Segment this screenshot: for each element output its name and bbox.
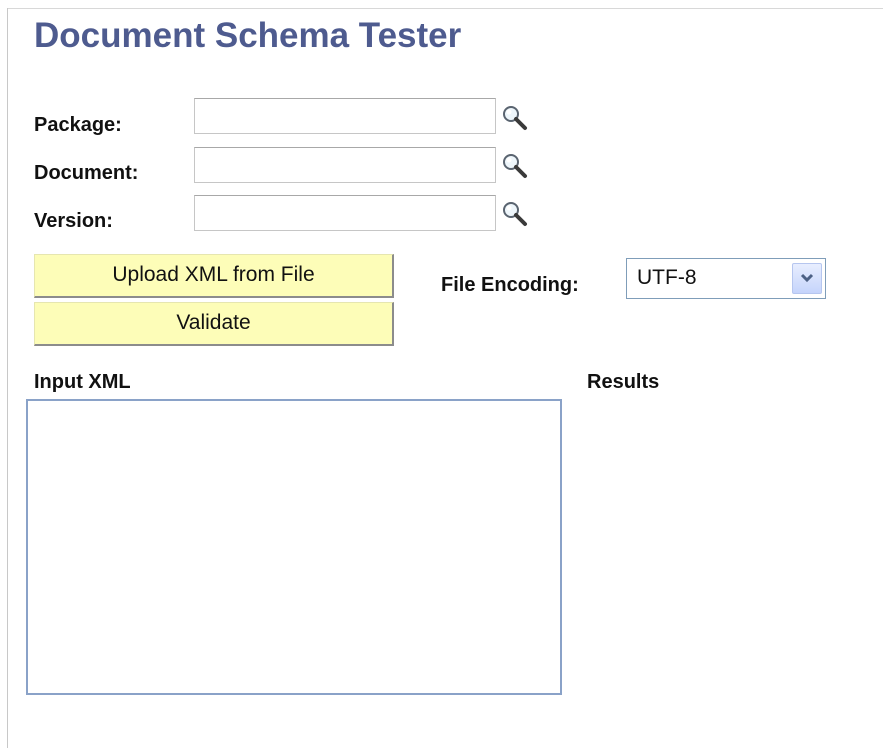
input-xml-textarea[interactable]: [26, 399, 562, 695]
document-lookup-icon[interactable]: [500, 151, 530, 181]
chevron-down-icon[interactable]: [792, 263, 822, 294]
page: Document Schema Tester Package: Document…: [0, 0, 883, 748]
file-encoding-label: File Encoding:: [441, 274, 579, 296]
validate-button[interactable]: Validate: [34, 302, 394, 346]
version-label: Version:: [34, 210, 113, 232]
package-input[interactable]: [194, 98, 496, 134]
file-encoding-value: UTF-8: [637, 266, 697, 289]
file-encoding-select[interactable]: UTF-8: [626, 258, 826, 299]
package-label: Package:: [34, 114, 122, 136]
version-lookup-icon[interactable]: [500, 199, 530, 229]
results-label: Results: [587, 371, 660, 393]
package-lookup-icon[interactable]: [500, 103, 530, 133]
frame-top-border: [7, 8, 883, 9]
frame-left-border: [7, 8, 8, 748]
page-title: Document Schema Tester: [34, 16, 462, 55]
version-input[interactable]: [194, 195, 496, 231]
input-xml-label: Input XML: [34, 371, 131, 393]
upload-xml-button[interactable]: Upload XML from File: [34, 254, 394, 298]
document-input[interactable]: [194, 147, 496, 183]
document-label: Document:: [34, 162, 139, 184]
